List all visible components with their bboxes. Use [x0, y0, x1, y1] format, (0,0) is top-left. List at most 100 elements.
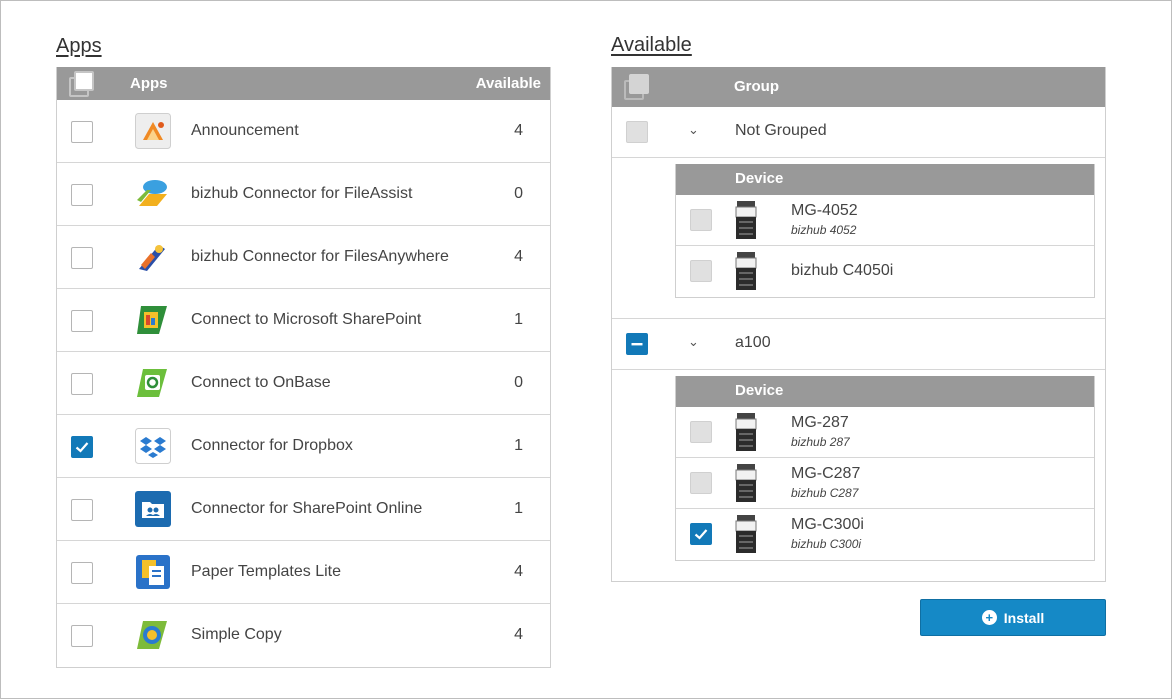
dropbox-icon	[135, 428, 171, 464]
group-name: a100	[735, 334, 771, 351]
device-model: bizhub C287	[791, 486, 859, 500]
install-button[interactable]: + Install	[920, 599, 1106, 636]
app-row-onbase[interactable]: Connect to OnBase 0	[57, 352, 550, 415]
app-checkbox-checked[interactable]	[71, 436, 93, 458]
chevron-down-icon[interactable]: ⌄	[688, 122, 699, 138]
app-name: Connect to OnBase	[191, 374, 331, 391]
announcement-icon	[135, 113, 171, 149]
app-available-count: 0	[514, 185, 523, 202]
device-name: MG-C300i	[791, 516, 864, 533]
available-panel: Group ⌄ Not Grouped Device MG-4052 bizhu…	[611, 67, 1106, 582]
printer-icon	[735, 201, 757, 239]
device-checkbox[interactable]	[690, 421, 712, 443]
app-checkbox[interactable]	[71, 121, 93, 143]
fileassist-icon	[135, 176, 171, 212]
printer-icon	[735, 464, 757, 502]
plus-circle-icon: +	[981, 610, 997, 625]
app-row-sharepoint[interactable]: Connect to Microsoft SharePoint 1	[57, 289, 550, 352]
app-available-count: 1	[514, 437, 523, 454]
app-checkbox[interactable]	[71, 310, 93, 332]
device-row[interactable]: MG-C287 bizhub C287	[676, 458, 1094, 509]
app-row-paper-templates[interactable]: Paper Templates Lite 4	[57, 541, 550, 604]
device-block-a100: Device MG-287 bizhub 287 MG-C287 bizhub …	[612, 370, 1105, 581]
app-checkbox[interactable]	[71, 625, 93, 647]
group-row-not-grouped[interactable]: ⌄ Not Grouped	[612, 107, 1105, 158]
paper-templates-icon	[135, 554, 171, 590]
printer-icon	[735, 413, 757, 451]
select-all-groups-checkbox[interactable]	[624, 74, 652, 102]
app-name: Connector for Dropbox	[191, 437, 353, 454]
device-name: MG-C287	[791, 465, 861, 482]
install-button-label: Install	[1003, 609, 1045, 626]
device-name: MG-4052	[791, 202, 858, 219]
apps-table-header: Apps Available	[57, 67, 550, 100]
app-checkbox[interactable]	[71, 373, 93, 395]
device-checkbox[interactable]	[690, 260, 712, 282]
app-row-fileassist[interactable]: bizhub Connector for FileAssist 0	[57, 163, 550, 226]
app-row-sharepoint-online[interactable]: Connector for SharePoint Online 1	[57, 478, 550, 541]
apps-section-title: Apps	[56, 35, 102, 57]
check-icon	[75, 442, 89, 453]
device-name: MG-287	[791, 414, 849, 431]
sharepoint-online-icon	[135, 491, 171, 527]
available-column-header: Available	[475, 75, 541, 92]
device-checkbox[interactable]	[690, 209, 712, 231]
device-checkbox-checked[interactable]	[690, 523, 712, 545]
filesanywhere-icon	[135, 239, 171, 275]
onbase-icon	[135, 365, 171, 401]
app-available-count: 1	[514, 500, 523, 517]
chevron-down-icon[interactable]: ⌄	[688, 334, 699, 350]
sharepoint-icon	[135, 302, 171, 338]
device-table: Device MG-287 bizhub 287 MG-C287 bizhub …	[675, 376, 1095, 561]
app-row-announcement[interactable]: Announcement 4	[57, 100, 550, 163]
app-checkbox[interactable]	[71, 184, 93, 206]
app-checkbox[interactable]	[71, 562, 93, 584]
device-model: bizhub 287	[791, 435, 850, 449]
device-table-header: Device	[676, 376, 1094, 407]
app-name: Simple Copy	[191, 626, 282, 643]
app-name: Connector for SharePoint Online	[191, 500, 423, 517]
device-table: Device MG-4052 bizhub 4052 bizhub C4050i	[675, 164, 1095, 298]
device-block-not-grouped: Device MG-4052 bizhub 4052 bizhub C4050i	[612, 158, 1105, 319]
select-all-apps-checkbox[interactable]	[69, 71, 97, 99]
available-section-title: Available	[611, 34, 692, 56]
device-row[interactable]: MG-287 bizhub 287	[676, 407, 1094, 458]
minus-icon	[631, 343, 643, 346]
app-available-count: 4	[514, 122, 523, 139]
device-model: bizhub C300i	[791, 537, 862, 551]
app-name: Announcement	[191, 122, 299, 139]
group-row-a100[interactable]: ⌄ a100	[612, 319, 1105, 370]
device-row[interactable]: MG-C300i bizhub C300i	[676, 509, 1094, 560]
device-row[interactable]: bizhub C4050i	[676, 246, 1094, 297]
app-row-dropbox[interactable]: Connector for Dropbox 1	[57, 415, 550, 478]
device-row[interactable]: MG-4052 bizhub 4052	[676, 195, 1094, 246]
group-checkbox[interactable]	[626, 121, 648, 143]
device-column-header: Device	[735, 170, 784, 187]
group-checkbox-indeterminate[interactable]	[626, 333, 648, 355]
device-table-header: Device	[676, 164, 1094, 195]
app-checkbox[interactable]	[71, 499, 93, 521]
app-available-count: 1	[514, 311, 523, 328]
app-name: Connect to Microsoft SharePoint	[191, 311, 422, 328]
app-checkbox[interactable]	[71, 247, 93, 269]
available-table-header: Group	[612, 67, 1105, 107]
apps-column-header: Apps	[130, 75, 168, 92]
app-row-simple-copy[interactable]: Simple Copy 4	[57, 604, 550, 667]
app-name: bizhub Connector for FilesAnywhere	[191, 248, 449, 265]
app-available-count: 4	[514, 626, 523, 643]
printer-icon	[735, 515, 757, 553]
apps-table: Apps Available Announcement 4 bizhub Con…	[56, 67, 551, 668]
app-row-filesanywhere[interactable]: bizhub Connector for FilesAnywhere 4	[57, 226, 550, 289]
app-name: Paper Templates Lite	[191, 563, 342, 580]
app-available-count: 0	[514, 374, 523, 391]
group-name: Not Grouped	[735, 122, 827, 139]
device-model: bizhub 4052	[791, 223, 857, 237]
app-name: bizhub Connector for FileAssist	[191, 185, 413, 202]
app-available-count: 4	[514, 248, 523, 265]
simple-copy-icon	[135, 617, 171, 653]
device-column-header: Device	[735, 382, 784, 399]
device-checkbox[interactable]	[690, 472, 712, 494]
group-column-header: Group	[734, 78, 779, 95]
device-name: bizhub C4050i	[791, 262, 894, 279]
printer-icon	[735, 252, 757, 290]
